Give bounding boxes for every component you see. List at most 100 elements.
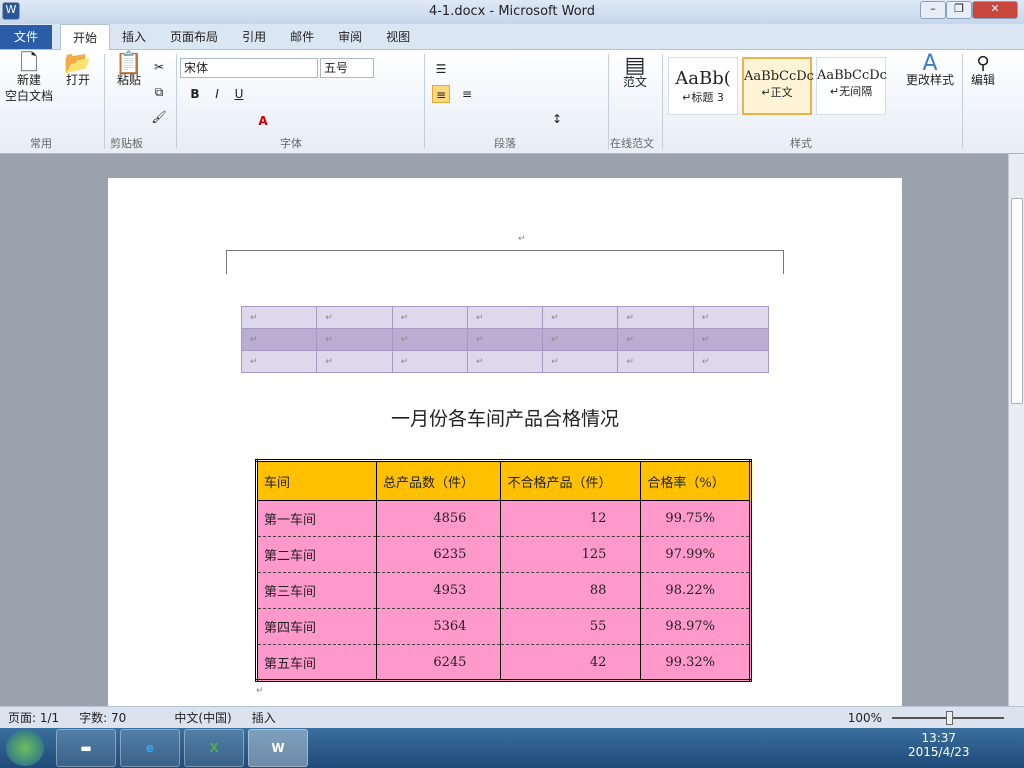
change-styles-button[interactable]: A 更改样式 xyxy=(904,53,956,88)
table-cell[interactable]: 98.22% xyxy=(640,572,751,609)
table-cell[interactable]: ↵ xyxy=(391,350,468,373)
table-cell[interactable]: 99.75% xyxy=(640,500,751,537)
word-app-icon[interactable]: W xyxy=(2,2,20,20)
table-cell[interactable]: ↵ xyxy=(466,350,544,373)
explorer-icon[interactable]: ▬ xyxy=(56,729,116,767)
table-cell[interactable]: ↵ xyxy=(240,306,318,329)
table-cell[interactable]: ↵ xyxy=(466,328,544,351)
document-heading[interactable]: 一月份各车间产品合格情况 xyxy=(108,404,902,431)
word-count[interactable]: 字数: 70 xyxy=(79,709,126,726)
table-cell[interactable]: 第一车间 xyxy=(256,500,377,537)
style-name: ↵无间隔 xyxy=(829,85,873,98)
minimize-button[interactable]: – xyxy=(920,1,946,19)
table-cell[interactable]: ↵ xyxy=(692,306,770,329)
table-cell[interactable]: ↵ xyxy=(617,306,694,329)
zoom-level[interactable]: 100% xyxy=(848,711,882,725)
style-2[interactable]: AaBbCcDc ↵无间隔 xyxy=(816,57,887,115)
table-cell[interactable]: 第二车间 xyxy=(256,536,377,573)
page-count[interactable]: 页面: 1/1 xyxy=(8,709,59,726)
cut-icon[interactable]: ✂ xyxy=(150,58,168,76)
edit-button[interactable]: ⚲ 编辑 xyxy=(966,55,1000,88)
table-cell[interactable]: ↵ xyxy=(692,350,770,373)
table-cell[interactable]: ↵ xyxy=(316,328,393,351)
format-painter-icon[interactable]: 🖌 xyxy=(150,108,168,126)
table-cell[interactable]: ↵ xyxy=(391,306,468,329)
shaded-table[interactable]: ↵ ↵ ↵ ↵ ↵ ↵ ↵ ↵ ↵ ↵ ↵ ↵ ↵ ↵ ↵ ↵ ↵ ↵ ↵ ↵ ↵ xyxy=(240,306,770,373)
tab-6[interactable]: 审阅 xyxy=(326,24,374,50)
align-left-icon[interactable]: ≡ xyxy=(432,85,450,103)
document-page[interactable]: ↵ ↵ ↵ ↵ ↵ ↵ ↵ ↵ ↵ ↵ ↵ ↵ ↵ ↵ ↵ ↵ ↵ ↵ ↵ ↵ ↵ ↵ 一月份各车间产品合格情况 车间总… xyxy=(108,178,902,738)
table-header[interactable]: 总产品数（件） xyxy=(376,460,502,501)
maximize-button[interactable]: ❐ xyxy=(946,1,972,19)
table-cell[interactable]: ↵ xyxy=(542,328,619,351)
table-cell[interactable]: 99.32% xyxy=(640,644,751,681)
close-button[interactable]: ✕ xyxy=(972,1,1018,19)
ie-icon[interactable]: e xyxy=(120,729,180,767)
table-cell[interactable]: 5364 xyxy=(376,608,502,645)
zoom-thumb[interactable] xyxy=(946,710,954,725)
new-blank-button[interactable]: 🗋 新建 空白文档 xyxy=(4,53,54,104)
style-0[interactable]: AaBb(↵标题 3 xyxy=(668,57,738,115)
table-cell[interactable]: ↵ xyxy=(466,306,544,329)
table-cell[interactable]: 42 xyxy=(500,644,642,681)
sort-icon[interactable]: ↕ xyxy=(548,110,566,128)
tab-1[interactable]: 开始 xyxy=(60,23,111,50)
align-center-icon[interactable]: ≡ xyxy=(458,85,476,103)
font-name-select[interactable]: 宋体 xyxy=(180,58,318,78)
font-color-icon[interactable]: A xyxy=(254,112,272,130)
open-button[interactable]: 📂 打开 xyxy=(60,53,96,88)
start-button[interactable] xyxy=(6,730,44,766)
table-cell[interactable]: 97.99% xyxy=(640,536,751,573)
tab-3[interactable]: 页面布局 xyxy=(158,24,230,50)
table-cell[interactable]: 55 xyxy=(500,608,642,645)
template-button[interactable]: ▤ 范文 xyxy=(618,55,652,90)
document-workspace[interactable]: ↵ ↵ ↵ ↵ ↵ ↵ ↵ ↵ ↵ ↵ ↵ ↵ ↵ ↵ ↵ ↵ ↵ ↵ ↵ ↵ ↵ ↵ 一月份各车间产品合格情况 车间总… xyxy=(0,154,1008,738)
tab-7[interactable]: 视图 xyxy=(374,24,422,50)
table-cell[interactable]: 125 xyxy=(500,536,642,573)
table-cell[interactable]: 4856 xyxy=(376,500,502,537)
table-cell[interactable]: 第四车间 xyxy=(256,608,377,645)
table-cell[interactable]: ↵ xyxy=(617,328,694,351)
vertical-scrollbar[interactable] xyxy=(1008,154,1024,706)
table-cell[interactable]: ↵ xyxy=(316,306,393,329)
tab-4[interactable]: 引用 xyxy=(230,24,278,50)
table-header[interactable]: 合格率（%） xyxy=(640,460,751,501)
table-cell[interactable]: 4953 xyxy=(376,572,502,609)
tab-0[interactable]: 文件 xyxy=(0,25,53,49)
table-cell[interactable]: 98.97% xyxy=(640,608,751,645)
scroll-thumb[interactable] xyxy=(1011,198,1023,404)
table-cell[interactable]: ↵ xyxy=(240,350,318,373)
table-cell[interactable]: 6235 xyxy=(376,536,502,573)
table-cell[interactable]: ↵ xyxy=(617,350,694,373)
table-cell[interactable]: ↵ xyxy=(316,350,393,373)
bullets-icon[interactable]: ☰ xyxy=(432,60,450,78)
table-cell[interactable]: ↵ xyxy=(240,328,318,351)
table-cell[interactable]: ↵ xyxy=(692,328,770,351)
language[interactable]: 中文(中国) xyxy=(174,709,231,726)
font-size-select[interactable]: 五号 xyxy=(320,58,374,78)
table-cell[interactable]: 88 xyxy=(500,572,642,609)
table-cell[interactable]: ↵ xyxy=(542,350,619,373)
clock[interactable]: 13:37 2015/4/23 xyxy=(908,731,970,759)
style-1[interactable]: AaBbCcDc ↵正文 xyxy=(742,57,814,115)
main-table[interactable]: 车间 总产品数（件） 不合格产品（件） 合格率（%） 第一车间 4856 12 99.75% 第… xyxy=(255,459,752,682)
table-cell[interactable]: 第五车间 xyxy=(256,644,377,681)
table-cell[interactable]: ↵ xyxy=(542,306,619,329)
underline-icon[interactable]: U xyxy=(230,85,248,103)
table-cell[interactable]: ↵ xyxy=(391,328,468,351)
copy-icon[interactable]: ⧉ xyxy=(150,83,168,101)
table-cell[interactable]: 6245 xyxy=(376,644,502,681)
italic-icon[interactable]: I xyxy=(208,85,226,103)
table-header[interactable]: 车间 xyxy=(256,460,377,501)
word-taskbar-icon[interactable]: W xyxy=(248,729,308,767)
bold-icon[interactable]: B xyxy=(186,85,204,103)
table-cell[interactable]: 12 xyxy=(500,500,642,537)
tab-5[interactable]: 邮件 xyxy=(278,24,326,50)
table-header[interactable]: 不合格产品（件） xyxy=(500,460,642,501)
table-cell[interactable]: 第三车间 xyxy=(256,572,377,609)
zoom-slider[interactable] xyxy=(892,710,1005,725)
insert-mode[interactable]: 插入 xyxy=(252,709,276,726)
tab-2[interactable]: 插入 xyxy=(110,24,158,50)
paste-button[interactable]: 📋 粘贴 xyxy=(112,53,146,88)
excel-icon[interactable]: X xyxy=(184,729,244,767)
